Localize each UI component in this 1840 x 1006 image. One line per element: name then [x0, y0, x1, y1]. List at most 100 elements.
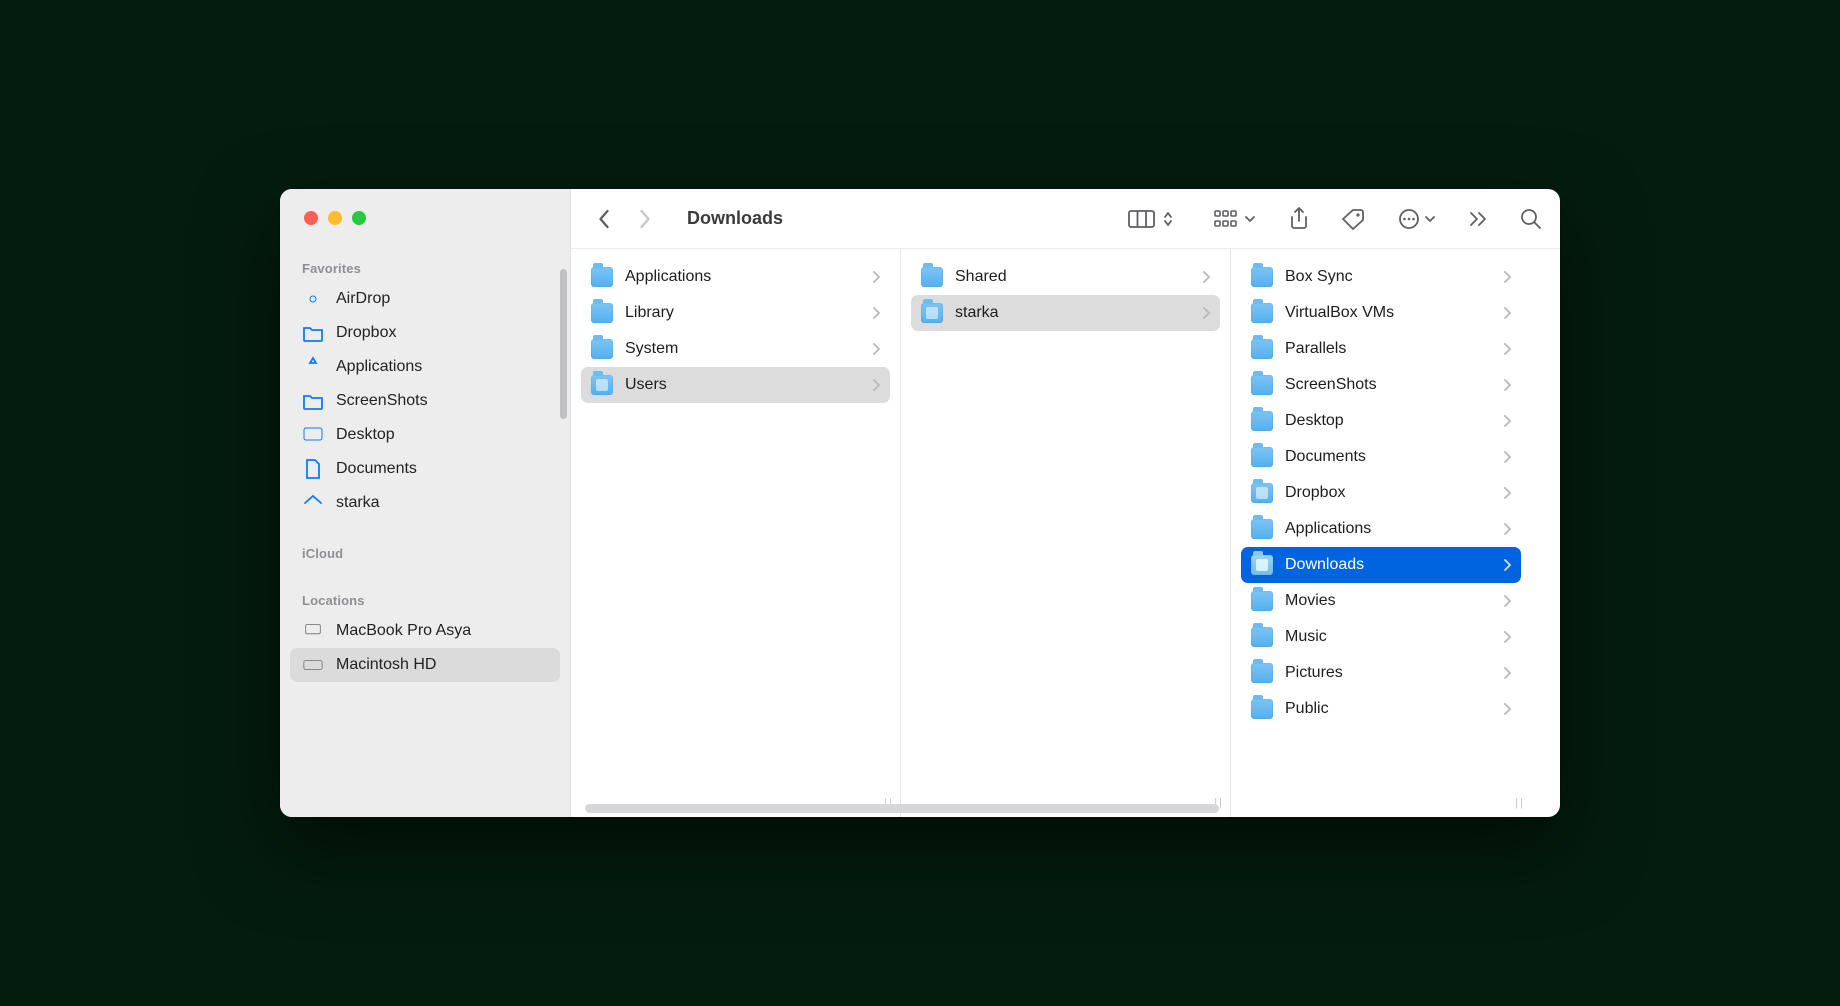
- file-row[interactable]: Applications: [1241, 511, 1521, 547]
- file-row[interactable]: VirtualBox VMs: [1241, 295, 1521, 331]
- folder-icon: [1251, 627, 1273, 647]
- home-icon: [302, 492, 324, 514]
- file-label: Public: [1285, 700, 1491, 718]
- sidebar-item-airdrop[interactable]: AirDrop: [290, 282, 560, 316]
- file-label: Applications: [625, 268, 860, 286]
- laptop-icon: [302, 620, 324, 642]
- chevron-right-icon: [872, 343, 880, 355]
- file-row[interactable]: Dropbox: [1241, 475, 1521, 511]
- horizontal-scrollbar-track[interactable]: [585, 804, 1546, 813]
- folder-icon: [1251, 267, 1273, 287]
- file-label: Users: [625, 376, 860, 394]
- file-label: Documents: [1285, 448, 1491, 466]
- file-row[interactable]: Parallels: [1241, 331, 1521, 367]
- back-button[interactable]: [589, 205, 619, 233]
- sidebar: FavoritesAirDrop Dropbox Applications Scree…: [280, 189, 571, 817]
- apps-icon: [302, 356, 324, 378]
- file-row[interactable]: Movies: [1241, 583, 1521, 619]
- folder-outline-icon: [302, 322, 324, 344]
- file-row[interactable]: System: [581, 331, 890, 367]
- sidebar-item-documents[interactable]: Documents: [290, 452, 560, 486]
- file-label: ScreenShots: [1285, 376, 1491, 394]
- sidebar-item-macintosh-hd[interactable]: Macintosh HD: [290, 648, 560, 682]
- search-button[interactable]: [1520, 205, 1542, 233]
- file-label: VirtualBox VMs: [1285, 304, 1491, 322]
- chevron-right-icon: [1503, 667, 1511, 679]
- up-down-chevron-icon: [1162, 210, 1174, 228]
- sidebar-item-label: Applications: [336, 358, 422, 376]
- file-row[interactable]: Public: [1241, 691, 1521, 727]
- column-0: ApplicationsLibrarySystemUsers||: [571, 249, 901, 817]
- folder-icon: [591, 303, 613, 323]
- share-button[interactable]: [1288, 205, 1310, 233]
- chevron-right-icon: [1202, 307, 1210, 319]
- file-row[interactable]: Shared: [911, 259, 1220, 295]
- file-row[interactable]: Applications: [581, 259, 890, 295]
- desktop-icon: [302, 424, 324, 446]
- tags-button[interactable]: [1342, 205, 1366, 233]
- file-label: Music: [1285, 628, 1491, 646]
- folder-icon: [1251, 375, 1273, 395]
- columns-icon: [1128, 209, 1158, 229]
- fullscreen-window-button[interactable]: [352, 211, 366, 225]
- folder-icon: [1251, 591, 1273, 611]
- group-by-button[interactable]: [1214, 205, 1256, 233]
- sidebar-item-label: Documents: [336, 460, 417, 478]
- main-area: Downloads: [571, 189, 1560, 817]
- chevron-right-icon: [1202, 271, 1210, 283]
- sidebar-item-label: Desktop: [336, 426, 395, 444]
- sidebar-item-starka[interactable]: starka: [290, 486, 560, 520]
- chevron-right-icon: [1503, 703, 1511, 715]
- folder-home-icon: [921, 303, 943, 323]
- chevron-right-icon: [1503, 307, 1511, 319]
- folder-icon: [1251, 339, 1273, 359]
- sidebar-item-label: Dropbox: [336, 324, 396, 342]
- minimize-window-button[interactable]: [328, 211, 342, 225]
- sidebar-item-desktop[interactable]: Desktop: [290, 418, 560, 452]
- folder-users-icon: [591, 375, 613, 395]
- file-row[interactable]: ScreenShots: [1241, 367, 1521, 403]
- file-row[interactable]: Users: [581, 367, 890, 403]
- sidebar-item-label: ScreenShots: [336, 392, 428, 410]
- actions-menu-button[interactable]: [1398, 205, 1436, 233]
- close-window-button[interactable]: [304, 211, 318, 225]
- view-columns-button[interactable]: [1128, 205, 1174, 233]
- horizontal-scrollbar-thumb[interactable]: [585, 804, 1219, 813]
- sidebar-scrollbar[interactable]: [560, 269, 567, 419]
- forward-button[interactable]: [629, 205, 659, 233]
- sidebar-item-dropbox[interactable]: Dropbox: [290, 316, 560, 350]
- file-row[interactable]: Pictures: [1241, 655, 1521, 691]
- sidebar-item-macbook-pro-asya[interactable]: MacBook Pro Asya: [290, 614, 560, 648]
- file-label: System: [625, 340, 860, 358]
- share-icon: [1288, 207, 1310, 231]
- tag-icon: [1342, 208, 1366, 230]
- sidebar-item-applications[interactable]: Applications: [290, 350, 560, 384]
- file-row[interactable]: Library: [581, 295, 890, 331]
- file-row[interactable]: Box Sync: [1241, 259, 1521, 295]
- file-label: Movies: [1285, 592, 1491, 610]
- disk-icon: [302, 654, 324, 676]
- search-icon: [1520, 208, 1542, 230]
- sidebar-section-title: Favorites: [290, 257, 560, 282]
- file-label: Applications: [1285, 520, 1491, 538]
- file-label: Desktop: [1285, 412, 1491, 430]
- file-row[interactable]: Music: [1241, 619, 1521, 655]
- chevron-right-icon: [872, 271, 880, 283]
- chevron-right-icon: [1503, 271, 1511, 283]
- column-2: Box Sync VirtualBox VMs Parallels ScreenSho…: [1231, 249, 1531, 817]
- file-row[interactable]: Desktop: [1241, 403, 1521, 439]
- file-row[interactable]: Downloads: [1241, 547, 1521, 583]
- chevron-right-icon: [1503, 487, 1511, 499]
- folder-icon: [1251, 663, 1273, 683]
- sidebar-item-screenshots[interactable]: ScreenShots: [290, 384, 560, 418]
- file-label: Parallels: [1285, 340, 1491, 358]
- chevron-right-icon: [1503, 343, 1511, 355]
- chevron-down-icon: [1424, 214, 1436, 224]
- overflow-button[interactable]: [1468, 205, 1488, 233]
- sidebar-section-title: Locations: [290, 589, 560, 614]
- file-row[interactable]: starka: [911, 295, 1220, 331]
- file-row[interactable]: Documents: [1241, 439, 1521, 475]
- sidebar-item-label: starka: [336, 494, 380, 512]
- file-label: Pictures: [1285, 664, 1491, 682]
- grid-group-icon: [1214, 209, 1240, 229]
